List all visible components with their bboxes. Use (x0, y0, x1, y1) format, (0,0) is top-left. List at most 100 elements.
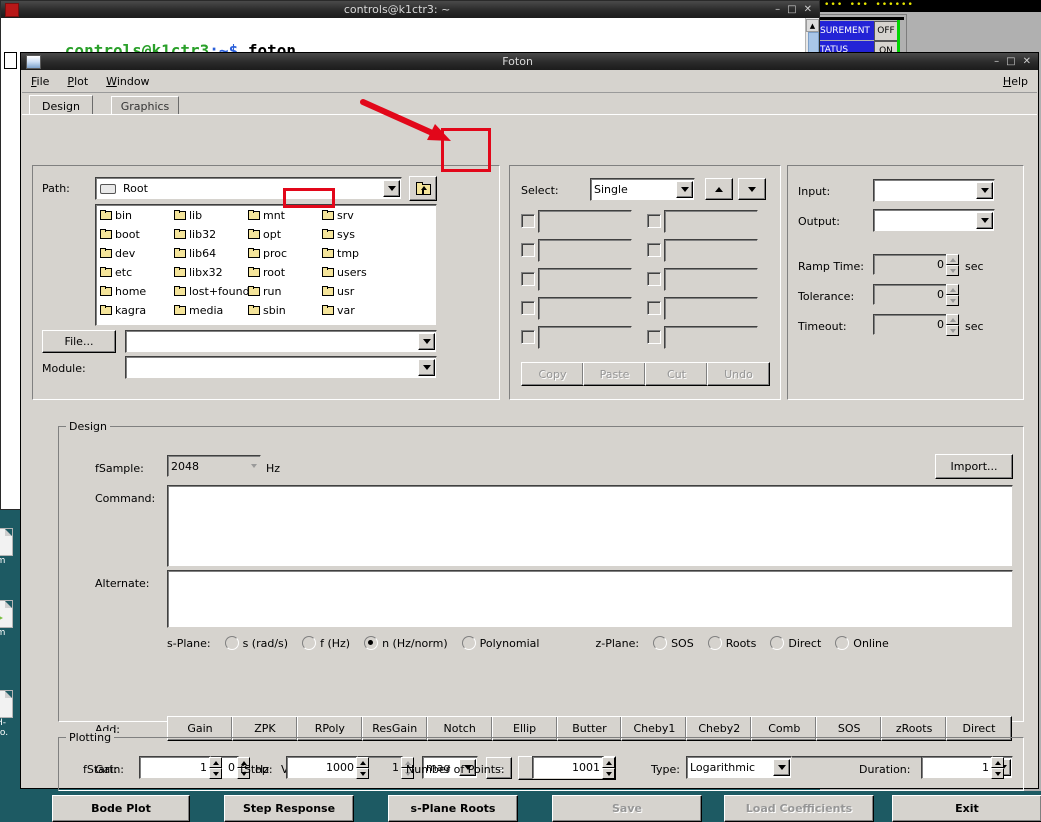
fstop-spinner[interactable] (356, 757, 369, 779)
duration-spinner[interactable] (991, 757, 1004, 779)
duration-spin-up[interactable] (991, 757, 1004, 768)
filter-checkbox[interactable] (521, 330, 535, 344)
zplane-radio-sos[interactable]: SOS (653, 636, 694, 650)
file-list-item[interactable]: users (322, 263, 367, 282)
desktop-icon-1[interactable]: m (0, 528, 18, 567)
fstop-spin-up[interactable] (356, 757, 369, 768)
tolerance-spinner[interactable] (946, 284, 959, 306)
action-button-save[interactable]: Save (552, 795, 702, 822)
file-list-item[interactable]: dev (100, 244, 135, 263)
filter-checkbox[interactable] (647, 272, 661, 286)
menu-help[interactable]: Help (994, 75, 1037, 88)
desktop-icon-3[interactable]: H- tio. (0, 690, 18, 739)
foton-maximize-button[interactable]: □ (1006, 57, 1015, 67)
path-combo[interactable]: Root (95, 177, 402, 200)
timeout-spin-up[interactable] (946, 314, 959, 325)
splane-radio-f-hz[interactable]: f (Hz) (302, 636, 350, 650)
splane-radio-polynomial[interactable]: Polynomial (462, 636, 540, 650)
zplane-radio-online[interactable]: Online (835, 636, 888, 650)
filter-name-field[interactable] (664, 239, 758, 262)
ramp-time-spin-up[interactable] (946, 254, 959, 265)
filter-name-field[interactable] (664, 326, 758, 349)
up-folder-button[interactable] (409, 176, 437, 201)
filter-checkbox[interactable] (521, 272, 535, 286)
module-combo-arrow[interactable] (418, 359, 435, 376)
file-list-item[interactable]: sbin (248, 301, 286, 320)
tab-graphics[interactable]: Graphics (111, 96, 179, 115)
file-list-item[interactable]: srv (322, 206, 354, 225)
desktop-icon-2[interactable]: m (0, 600, 18, 639)
filter-checkbox[interactable] (521, 214, 535, 228)
path-combo-arrow[interactable] (383, 180, 400, 197)
fsample-combo[interactable]: 2048 (167, 455, 261, 477)
file-list-item[interactable]: bin (100, 206, 132, 225)
file-list-item[interactable]: run (248, 282, 281, 301)
foton-tabstrip[interactable]: Design Graphics (22, 93, 1037, 115)
filter-name-field[interactable] (664, 210, 758, 233)
clipboard-button-cut[interactable]: Cut (645, 362, 708, 386)
clipboard-button-copy[interactable]: Copy (521, 362, 584, 386)
command-textarea[interactable] (167, 485, 1013, 567)
module-combo[interactable] (125, 356, 437, 379)
timeout-spinner[interactable] (946, 314, 959, 336)
file-list-item[interactable]: home (100, 282, 146, 301)
terminal-titlebar[interactable]: controls@k1ctr3: ~ – □ ✕ (1, 1, 819, 18)
file-list-item[interactable]: opt (248, 225, 281, 244)
action-button-s-plane-roots[interactable]: s-Plane Roots (388, 795, 518, 822)
clipboard-button-paste[interactable]: Paste (583, 362, 646, 386)
fstart-spin-down[interactable] (209, 768, 222, 779)
directory-listing[interactable]: binbootdevetchomekagraliblib32lib64libx3… (95, 204, 437, 326)
ramp-time-spinner[interactable] (946, 254, 959, 276)
filter-name-field[interactable] (664, 268, 758, 291)
action-button-exit[interactable]: Exit (892, 795, 1041, 822)
foton-close-button[interactable]: ✕ (1023, 57, 1031, 67)
medm-off-button[interactable]: OFF (874, 21, 898, 41)
filter-name-field[interactable] (538, 210, 632, 233)
file-list-item[interactable]: etc (100, 263, 132, 282)
fstart-field[interactable]: 1 (139, 756, 211, 779)
duration-spin-down[interactable] (991, 768, 1004, 779)
ramp-time-field[interactable]: 0 (873, 254, 948, 275)
filter-checkbox[interactable] (521, 243, 535, 257)
file-combo[interactable] (125, 330, 437, 353)
menu-window[interactable]: Window (97, 75, 158, 88)
file-list-item[interactable]: lib (174, 206, 202, 225)
file-button[interactable]: File... (42, 330, 116, 353)
file-list-item[interactable]: lost+found (174, 282, 250, 301)
timeout-spin-down[interactable] (946, 325, 959, 336)
file-list-item[interactable]: boot (100, 225, 140, 244)
points-spinner[interactable] (602, 757, 615, 779)
file-list-item[interactable]: mnt (248, 206, 285, 225)
type-combo[interactable]: Logarithmic (686, 756, 792, 779)
file-combo-arrow[interactable] (418, 333, 435, 350)
tab-design[interactable]: Design (29, 95, 93, 116)
fstop-spin-down[interactable] (356, 768, 369, 779)
file-list-item[interactable]: media (174, 301, 223, 320)
foton-menubar[interactable]: File Plot Window Help (22, 71, 1037, 93)
menu-file[interactable]: File (22, 75, 58, 88)
filter-name-field[interactable] (664, 297, 758, 320)
tolerance-spin-down[interactable] (946, 295, 959, 306)
fsample-combo-arrow[interactable] (247, 464, 260, 468)
ramp-time-spin-down[interactable] (946, 265, 959, 276)
tolerance-field[interactable]: 0 (873, 284, 948, 305)
tolerance-spin-up[interactable] (946, 284, 959, 295)
type-combo-arrow[interactable] (773, 759, 790, 776)
import-button[interactable]: Import... (935, 454, 1013, 479)
foton-window[interactable]: Foton – □ ✕ File Plot Window Help Design… (20, 52, 1039, 789)
terminal-close-button[interactable]: ✕ (804, 5, 812, 15)
output-combo[interactable] (873, 209, 995, 232)
fstart-spin-up[interactable] (209, 757, 222, 768)
file-list-item[interactable]: kagra (100, 301, 146, 320)
filter-checkbox[interactable] (647, 330, 661, 344)
file-list-item[interactable]: tmp (322, 244, 359, 263)
duration-field[interactable]: 1 (921, 756, 993, 779)
filter-name-field[interactable] (538, 326, 632, 349)
zplane-radio-roots[interactable]: Roots (708, 636, 757, 650)
file-list-item[interactable]: root (248, 263, 285, 282)
file-list-item[interactable]: usr (322, 282, 354, 301)
output-combo-arrow[interactable] (976, 212, 993, 229)
filter-checkbox[interactable] (647, 301, 661, 315)
zplane-radio-direct[interactable]: Direct (770, 636, 821, 650)
timeout-field[interactable]: 0 (873, 314, 948, 335)
